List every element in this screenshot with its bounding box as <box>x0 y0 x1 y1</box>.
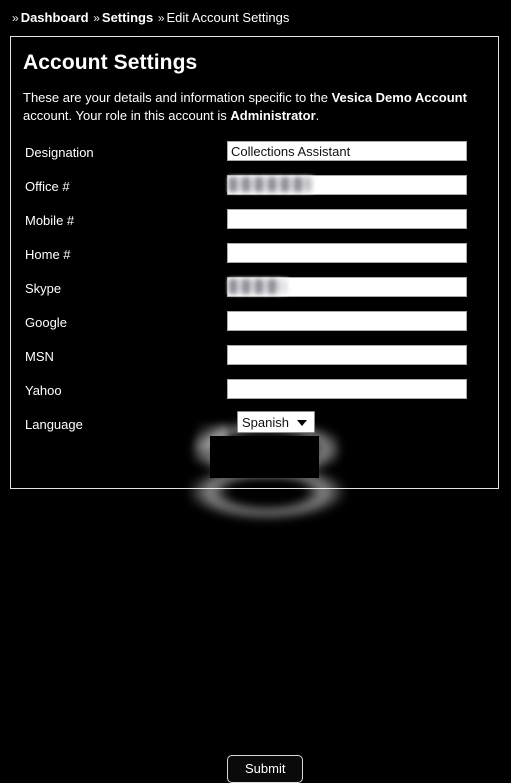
mobile-number-input[interactable] <box>227 209 467 229</box>
form-row-designation: Designation <box>11 137 498 171</box>
form-row-yahoo: Yahoo <box>11 375 498 409</box>
breadcrumb-separator-1: » <box>12 11 19 25</box>
form-row-msn: MSN <box>11 341 498 375</box>
skype-wrap <box>227 277 467 297</box>
submit-row: Submit <box>227 755 511 783</box>
language-select-wrap: Spanish <box>237 411 315 433</box>
account-settings-panel: Account Settings These are your details … <box>10 36 499 783</box>
breadcrumb-separator-3: » <box>157 11 165 25</box>
form-row-language: Language Spanish <box>11 409 498 443</box>
field-yahoo <box>227 379 467 399</box>
panel-description: These are your details and information s… <box>23 89 475 125</box>
label-language: Language <box>25 417 83 432</box>
page-title: Account Settings <box>23 51 198 74</box>
label-google: Google <box>25 315 67 330</box>
breadcrumb-current-page: Edit Account Settings <box>166 10 290 25</box>
account-settings-form: Designation Office # Mobile # <box>11 137 498 443</box>
msn-input[interactable] <box>227 345 467 365</box>
breadcrumb-link-dashboard[interactable]: Dashboard <box>21 10 89 25</box>
description-text-1: These are your details and information s… <box>23 90 332 105</box>
form-row-home-number: Home # <box>11 239 498 273</box>
label-msn: MSN <box>25 349 54 364</box>
field-msn <box>227 345 467 365</box>
submit-button[interactable]: Submit <box>227 755 304 783</box>
label-yahoo: Yahoo <box>25 383 62 398</box>
field-language: Spanish <box>237 411 315 433</box>
breadcrumb-link-settings[interactable]: Settings <box>102 10 153 25</box>
label-mobile-number: Mobile # <box>25 213 75 228</box>
google-input[interactable] <box>227 311 467 331</box>
field-designation <box>227 141 467 161</box>
breadcrumb: » Dashboard » Settings » Edit Account Setti… <box>12 10 289 26</box>
submit-highlight-glow <box>189 461 345 523</box>
language-select[interactable]: Spanish <box>237 411 315 433</box>
description-text-2: account. Your role in this account is <box>23 108 231 123</box>
field-mobile-number <box>227 209 467 229</box>
yahoo-input[interactable] <box>227 379 467 399</box>
office-number-input[interactable] <box>227 175 467 195</box>
label-designation: Designation <box>25 145 94 160</box>
skype-input[interactable] <box>227 277 467 297</box>
field-office-number <box>227 175 467 195</box>
designation-input[interactable] <box>227 141 467 161</box>
description-role: Administrator <box>230 108 316 123</box>
field-google <box>227 311 467 331</box>
label-skype: Skype <box>25 281 62 296</box>
home-number-input[interactable] <box>227 243 467 263</box>
breadcrumb-separator-2: » <box>93 11 100 25</box>
form-row-office-number: Office # <box>11 171 498 205</box>
form-row-mobile-number: Mobile # <box>11 205 498 239</box>
field-skype <box>227 277 467 297</box>
label-home-number: Home # <box>25 247 71 262</box>
description-text-3: . <box>315 108 320 123</box>
field-home-number <box>227 243 467 263</box>
label-office-number: Office # <box>25 179 70 194</box>
form-row-skype: Skype <box>11 273 498 307</box>
office-number-wrap <box>227 175 467 195</box>
form-row-google: Google <box>11 307 498 341</box>
description-account-name: Vesica Demo Account <box>331 90 467 105</box>
